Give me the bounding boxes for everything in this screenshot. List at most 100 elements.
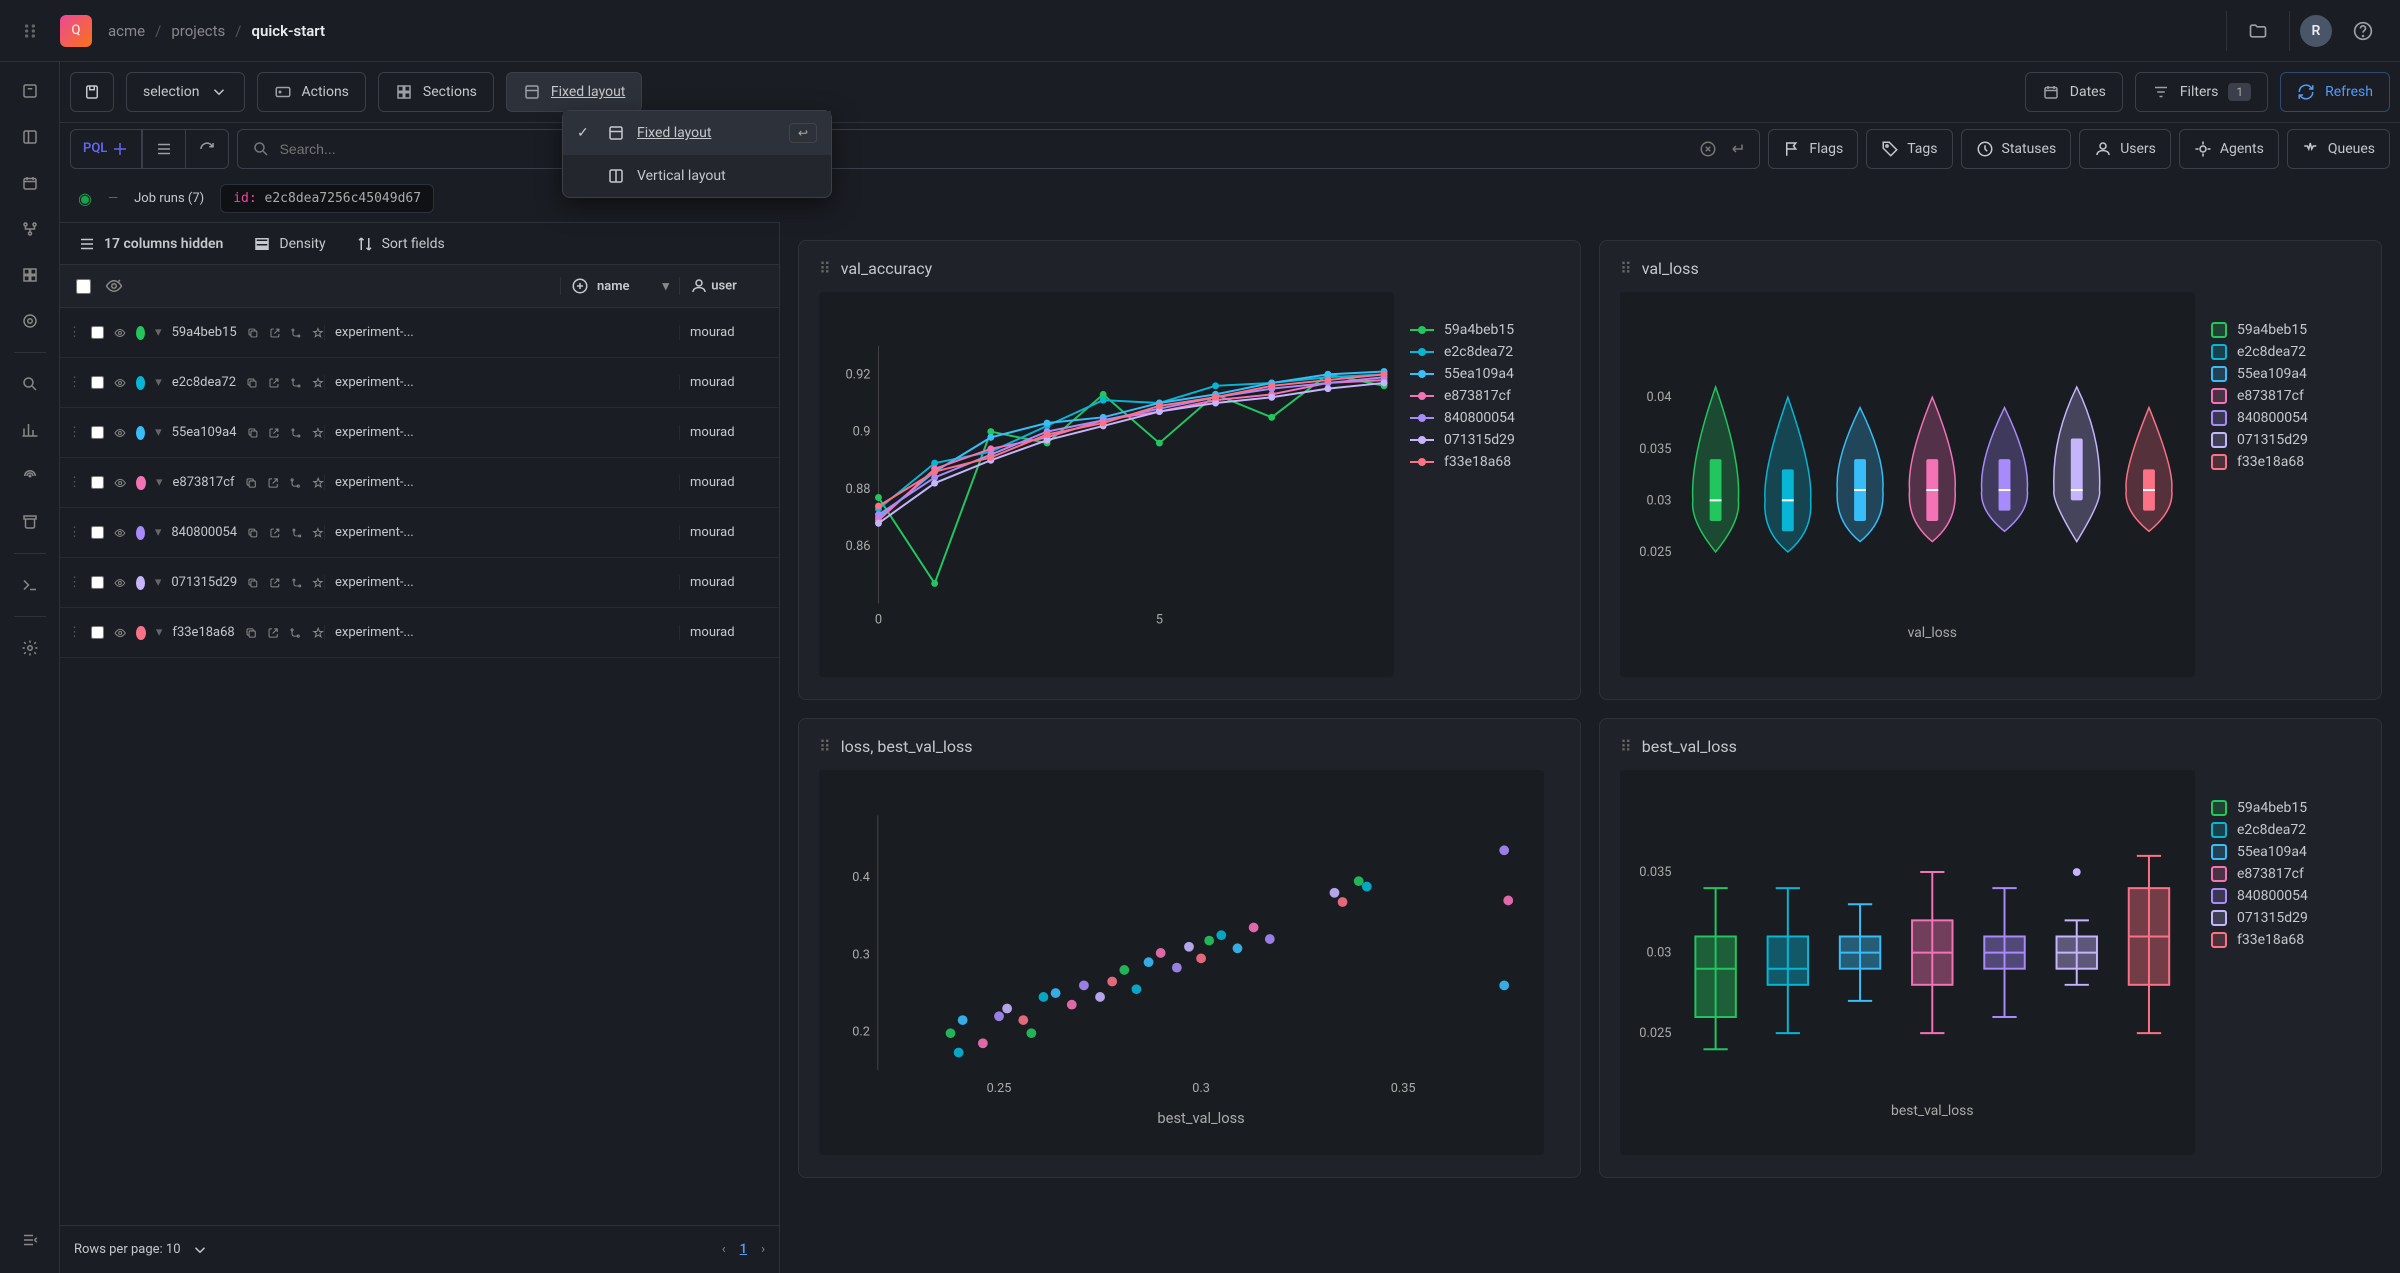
hidden-columns-button[interactable]: 17 columns hidden xyxy=(66,227,235,261)
branch-icon[interactable] xyxy=(290,424,302,442)
branch-icon[interactable] xyxy=(290,374,302,392)
breadcrumb-current[interactable]: quick-start xyxy=(252,22,326,40)
refresh-query-icon[interactable] xyxy=(185,130,228,168)
run-hash[interactable]: f33e18a68 xyxy=(172,625,234,640)
rail-branch-icon[interactable] xyxy=(9,208,51,250)
rail-settings-icon[interactable] xyxy=(9,627,51,669)
legend-item[interactable]: 071315d29 xyxy=(2211,432,2361,448)
star-icon[interactable] xyxy=(312,424,324,442)
folder-icon[interactable] xyxy=(2237,10,2279,52)
run-hash[interactable]: 071315d29 xyxy=(171,575,237,590)
filters-button[interactable]: Filters 1 xyxy=(2135,72,2268,112)
clear-search-icon[interactable] xyxy=(1699,140,1717,158)
legend-item[interactable]: f33e18a68 xyxy=(2211,454,2361,470)
menu-item-fixed-layout[interactable]: ✓ Fixed layout ↩ xyxy=(563,111,831,155)
rail-archive-icon[interactable] xyxy=(9,501,51,543)
run-hash[interactable]: 59a4beb15 xyxy=(172,325,237,340)
branch-icon[interactable] xyxy=(289,624,301,642)
filter-statuses[interactable]: Statuses xyxy=(1961,129,2072,169)
copy-icon[interactable] xyxy=(247,324,259,342)
row-drag-icon[interactable]: ⋮ xyxy=(68,425,81,440)
filter-users[interactable]: Users xyxy=(2079,129,2171,169)
expand-icon[interactable]: ▾ xyxy=(155,575,162,590)
copy-icon[interactable] xyxy=(246,374,258,392)
column-header-name[interactable]: name ▾ xyxy=(560,277,679,295)
search-input[interactable] xyxy=(280,141,1690,157)
row-drag-icon[interactable]: ⋮ xyxy=(68,475,81,490)
legend-item[interactable]: 840800054 xyxy=(2211,410,2361,426)
star-icon[interactable] xyxy=(312,324,324,342)
copy-icon[interactable] xyxy=(247,574,259,592)
save-view-icon[interactable] xyxy=(70,72,114,112)
row-checkbox[interactable] xyxy=(91,425,104,440)
drag-handle-icon[interactable]: ⠿ xyxy=(819,259,831,278)
drag-handle-icon[interactable]: ⠿ xyxy=(819,737,831,756)
copy-icon[interactable] xyxy=(247,424,259,442)
legend-item[interactable]: f33e18a68 xyxy=(2211,932,2361,948)
row-drag-icon[interactable]: ⋮ xyxy=(68,625,81,640)
branch-icon[interactable] xyxy=(291,574,303,592)
breadcrumb-org[interactable]: acme xyxy=(108,22,145,40)
visibility-icon[interactable] xyxy=(114,324,126,342)
copy-icon[interactable] xyxy=(245,624,257,642)
table-row[interactable]: ⋮ ▾ 071315d29 experiment-... mourad xyxy=(60,558,779,608)
current-page[interactable]: 1 xyxy=(740,1242,747,1257)
expand-icon[interactable]: ▾ xyxy=(156,625,163,640)
menu-item-vertical-layout[interactable]: Vertical layout xyxy=(563,155,831,197)
rail-calendar-icon[interactable] xyxy=(9,162,51,204)
actions-button[interactable]: Actions xyxy=(257,72,366,112)
open-link-icon[interactable] xyxy=(269,574,281,592)
filter-queues[interactable]: Queues xyxy=(2287,129,2390,169)
dates-button[interactable]: Dates xyxy=(2025,72,2123,112)
rail-broadcast-icon[interactable] xyxy=(9,455,51,497)
visibility-icon[interactable] xyxy=(114,424,126,442)
visibility-icon[interactable] xyxy=(114,474,126,492)
legend-item[interactable]: 59a4beb15 xyxy=(1410,322,1560,338)
selection-dropdown[interactable]: selection xyxy=(126,72,245,112)
row-drag-icon[interactable]: ⋮ xyxy=(68,375,81,390)
breadcrumb-projects[interactable]: projects xyxy=(171,22,225,40)
user-avatar[interactable]: R xyxy=(2300,15,2332,47)
density-button[interactable]: Density xyxy=(241,227,337,261)
search-field[interactable] xyxy=(237,129,1761,169)
chevron-down-icon[interactable] xyxy=(191,1241,209,1259)
run-hash[interactable]: e873817cf xyxy=(173,475,235,490)
open-link-icon[interactable] xyxy=(268,374,280,392)
legend-item[interactable]: 59a4beb15 xyxy=(2211,322,2361,338)
legend-item[interactable]: e873817cf xyxy=(2211,388,2361,404)
legend-item[interactable]: 55ea109a4 xyxy=(2211,844,2361,860)
query-chip[interactable]: id: e2c8dea7256c45049d67 xyxy=(220,184,434,213)
star-icon[interactable] xyxy=(312,574,324,592)
visibility-icon[interactable] xyxy=(114,574,126,592)
rail-sidebar-icon[interactable] xyxy=(9,116,51,158)
visibility-icon[interactable] xyxy=(114,524,126,542)
pql-button[interactable]: PQL xyxy=(71,130,142,168)
rail-modules-icon[interactable] xyxy=(9,254,51,296)
expand-icon[interactable]: ▾ xyxy=(155,525,162,540)
rows-per-page[interactable]: Rows per page: 10 xyxy=(74,1242,181,1257)
list-view-icon[interactable] xyxy=(142,130,185,168)
legend-item[interactable]: e2c8dea72 xyxy=(2211,822,2361,838)
legend-item[interactable]: 071315d29 xyxy=(2211,910,2361,926)
run-hash[interactable]: 55ea109a4 xyxy=(172,425,237,440)
branch-icon[interactable] xyxy=(290,324,302,342)
star-icon[interactable] xyxy=(312,374,324,392)
run-hash[interactable]: 840800054 xyxy=(171,525,237,540)
branch-icon[interactable] xyxy=(289,474,301,492)
expand-icon[interactable]: ▾ xyxy=(155,375,162,390)
filter-flags[interactable]: Flags xyxy=(1768,129,1858,169)
drag-handle-icon[interactable]: ⠿ xyxy=(1620,259,1632,278)
table-row[interactable]: ⋮ ▾ e2c8dea72 experiment-... mourad xyxy=(60,358,779,408)
legend-item[interactable]: 59a4beb15 xyxy=(2211,800,2361,816)
sort-fields-button[interactable]: Sort fields xyxy=(344,227,457,261)
legend-item[interactable]: e2c8dea72 xyxy=(1410,344,1560,360)
open-link-icon[interactable] xyxy=(269,324,281,342)
select-all-checkbox[interactable] xyxy=(76,279,91,294)
visibility-icon[interactable] xyxy=(114,624,126,642)
star-icon[interactable] xyxy=(312,474,324,492)
table-row[interactable]: ⋮ ▾ f33e18a68 experiment-... mourad xyxy=(60,608,779,658)
row-drag-icon[interactable]: ⋮ xyxy=(68,525,81,540)
drag-handle-icon[interactable] xyxy=(0,21,60,41)
next-page-icon[interactable]: › xyxy=(761,1242,765,1257)
sections-button[interactable]: Sections xyxy=(378,72,494,112)
